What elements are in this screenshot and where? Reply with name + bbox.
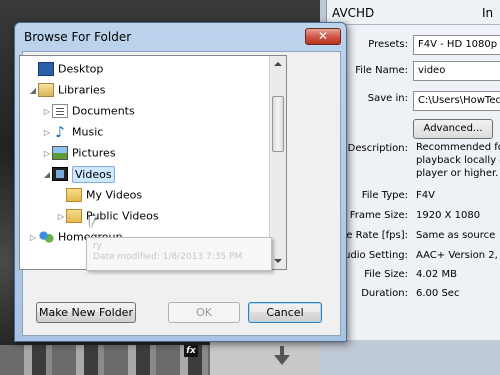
audio-setting-label: udio Setting: — [344, 250, 408, 261]
presets-select[interactable]: F4V - HD 1080p ( — [413, 35, 500, 55]
make-new-folder-button[interactable]: Make New Folder — [36, 302, 136, 323]
duration-label: Duration: — [361, 288, 408, 299]
fx-badge[interactable]: fx — [184, 345, 198, 357]
frame-rate-label: me Rate [fps]: — [336, 230, 408, 241]
file-name-label: File Name: — [355, 65, 408, 76]
file-type-value: F4V — [416, 190, 435, 201]
music-icon: ♪ — [55, 123, 65, 141]
file-type-label: File Type: — [361, 190, 408, 201]
scroll-up-icon[interactable] — [274, 62, 282, 66]
collapse-arrow-icon[interactable]: ◢ — [28, 86, 38, 95]
file-size-label: File Size: — [364, 269, 408, 280]
advanced-button[interactable]: Advanced... — [413, 119, 493, 139]
close-icon: ✕ — [317, 29, 329, 43]
collapse-arrow-icon[interactable]: ◢ — [42, 170, 52, 179]
tree-item-libraries[interactable]: ◢ Libraries — [28, 83, 106, 103]
tooltip-line: ry — [93, 241, 103, 251]
timeline-thumbnails — [0, 345, 210, 375]
folder-icon — [66, 209, 82, 223]
ok-button[interactable]: OK — [168, 302, 240, 323]
description-line: playback locally o — [416, 155, 500, 166]
tree-item-label: Public Videos — [86, 209, 159, 223]
description-line: Recommended fo — [416, 142, 500, 153]
tree-item-label: Desktop — [58, 62, 104, 76]
audio-setting-value: AAC+ Version 2, 96 — [416, 250, 500, 261]
folder-icon — [66, 188, 82, 202]
frame-rate-value: Same as source — [416, 230, 496, 241]
tooltip-line: Date modified: 1/8/2013 7:35 PM — [93, 252, 243, 262]
mouse-pointer-icon — [90, 216, 96, 228]
presets-label: Presets: — [368, 39, 408, 50]
timeline-track — [210, 340, 320, 375]
format-header: AVCHD — [332, 6, 375, 20]
tree-item-pictures[interactable]: ▷ Pictures — [42, 146, 116, 166]
dialog-title: Browse For Folder — [24, 30, 132, 44]
down-arrow-icon[interactable] — [274, 355, 290, 365]
file-name-input[interactable]: video — [413, 61, 500, 81]
header-divider — [326, 24, 500, 25]
down-arrow-stem — [280, 346, 284, 355]
cancel-button[interactable]: Cancel — [248, 302, 322, 323]
tree-item-label: Pictures — [72, 146, 116, 160]
expand-arrow-icon[interactable]: ▷ — [56, 212, 66, 221]
description-line: player or higher. — [416, 168, 499, 179]
tree-item-videos[interactable]: ◢ Videos — [42, 165, 115, 187]
tree-item-label: My Videos — [86, 188, 143, 202]
export-settings-panel: AVCHD In Presets: F4V - HD 1080p ( File … — [320, 0, 500, 375]
format-header-right: In — [482, 6, 494, 20]
tree-item-label: Libraries — [58, 83, 106, 97]
expand-arrow-icon[interactable]: ▷ — [42, 107, 52, 116]
frame-size-label: Frame Size: — [349, 210, 408, 221]
tree-item-label: Music — [72, 125, 104, 139]
libraries-icon — [38, 83, 54, 97]
documents-icon — [52, 104, 68, 118]
tree-item-label: Documents — [72, 104, 135, 118]
close-button[interactable]: ✕ — [305, 28, 341, 45]
tree-item-music[interactable]: ▷ ♪ Music — [42, 125, 103, 145]
description-label: Description: — [347, 143, 408, 154]
save-in-input[interactable]: C:\Users\HowTec — [413, 91, 500, 111]
homegroup-icon — [38, 230, 54, 244]
file-size-value: 4.02 MB — [416, 269, 457, 280]
tree-item-documents[interactable]: ▷ Documents — [42, 104, 135, 124]
tree-item-public-videos[interactable]: ▷ Public Videos — [56, 209, 159, 229]
save-in-label: Save in: — [367, 93, 408, 104]
expand-arrow-icon[interactable]: ▷ — [28, 233, 38, 242]
expand-arrow-icon[interactable]: ▷ — [42, 149, 52, 158]
videos-icon — [52, 167, 68, 181]
scroll-down-icon[interactable] — [274, 259, 282, 263]
tree-item-desktop[interactable]: Desktop — [28, 62, 103, 82]
scroll-thumb[interactable] — [272, 96, 284, 152]
description-text: Recommended fo playback locally o player… — [416, 141, 500, 180]
expand-arrow-icon[interactable]: ▷ — [42, 128, 52, 137]
frame-size-value: 1920 X 1080 — [416, 210, 481, 221]
tree-item-my-videos[interactable]: My Videos — [56, 188, 142, 208]
folder-tooltip: ry Date modified: 1/8/2013 7:35 PM — [86, 237, 272, 271]
pictures-icon — [52, 146, 68, 160]
duration-value: 6.00 Sec — [416, 288, 460, 299]
desktop-icon — [38, 62, 54, 76]
tree-item-label: Videos — [72, 165, 115, 183]
